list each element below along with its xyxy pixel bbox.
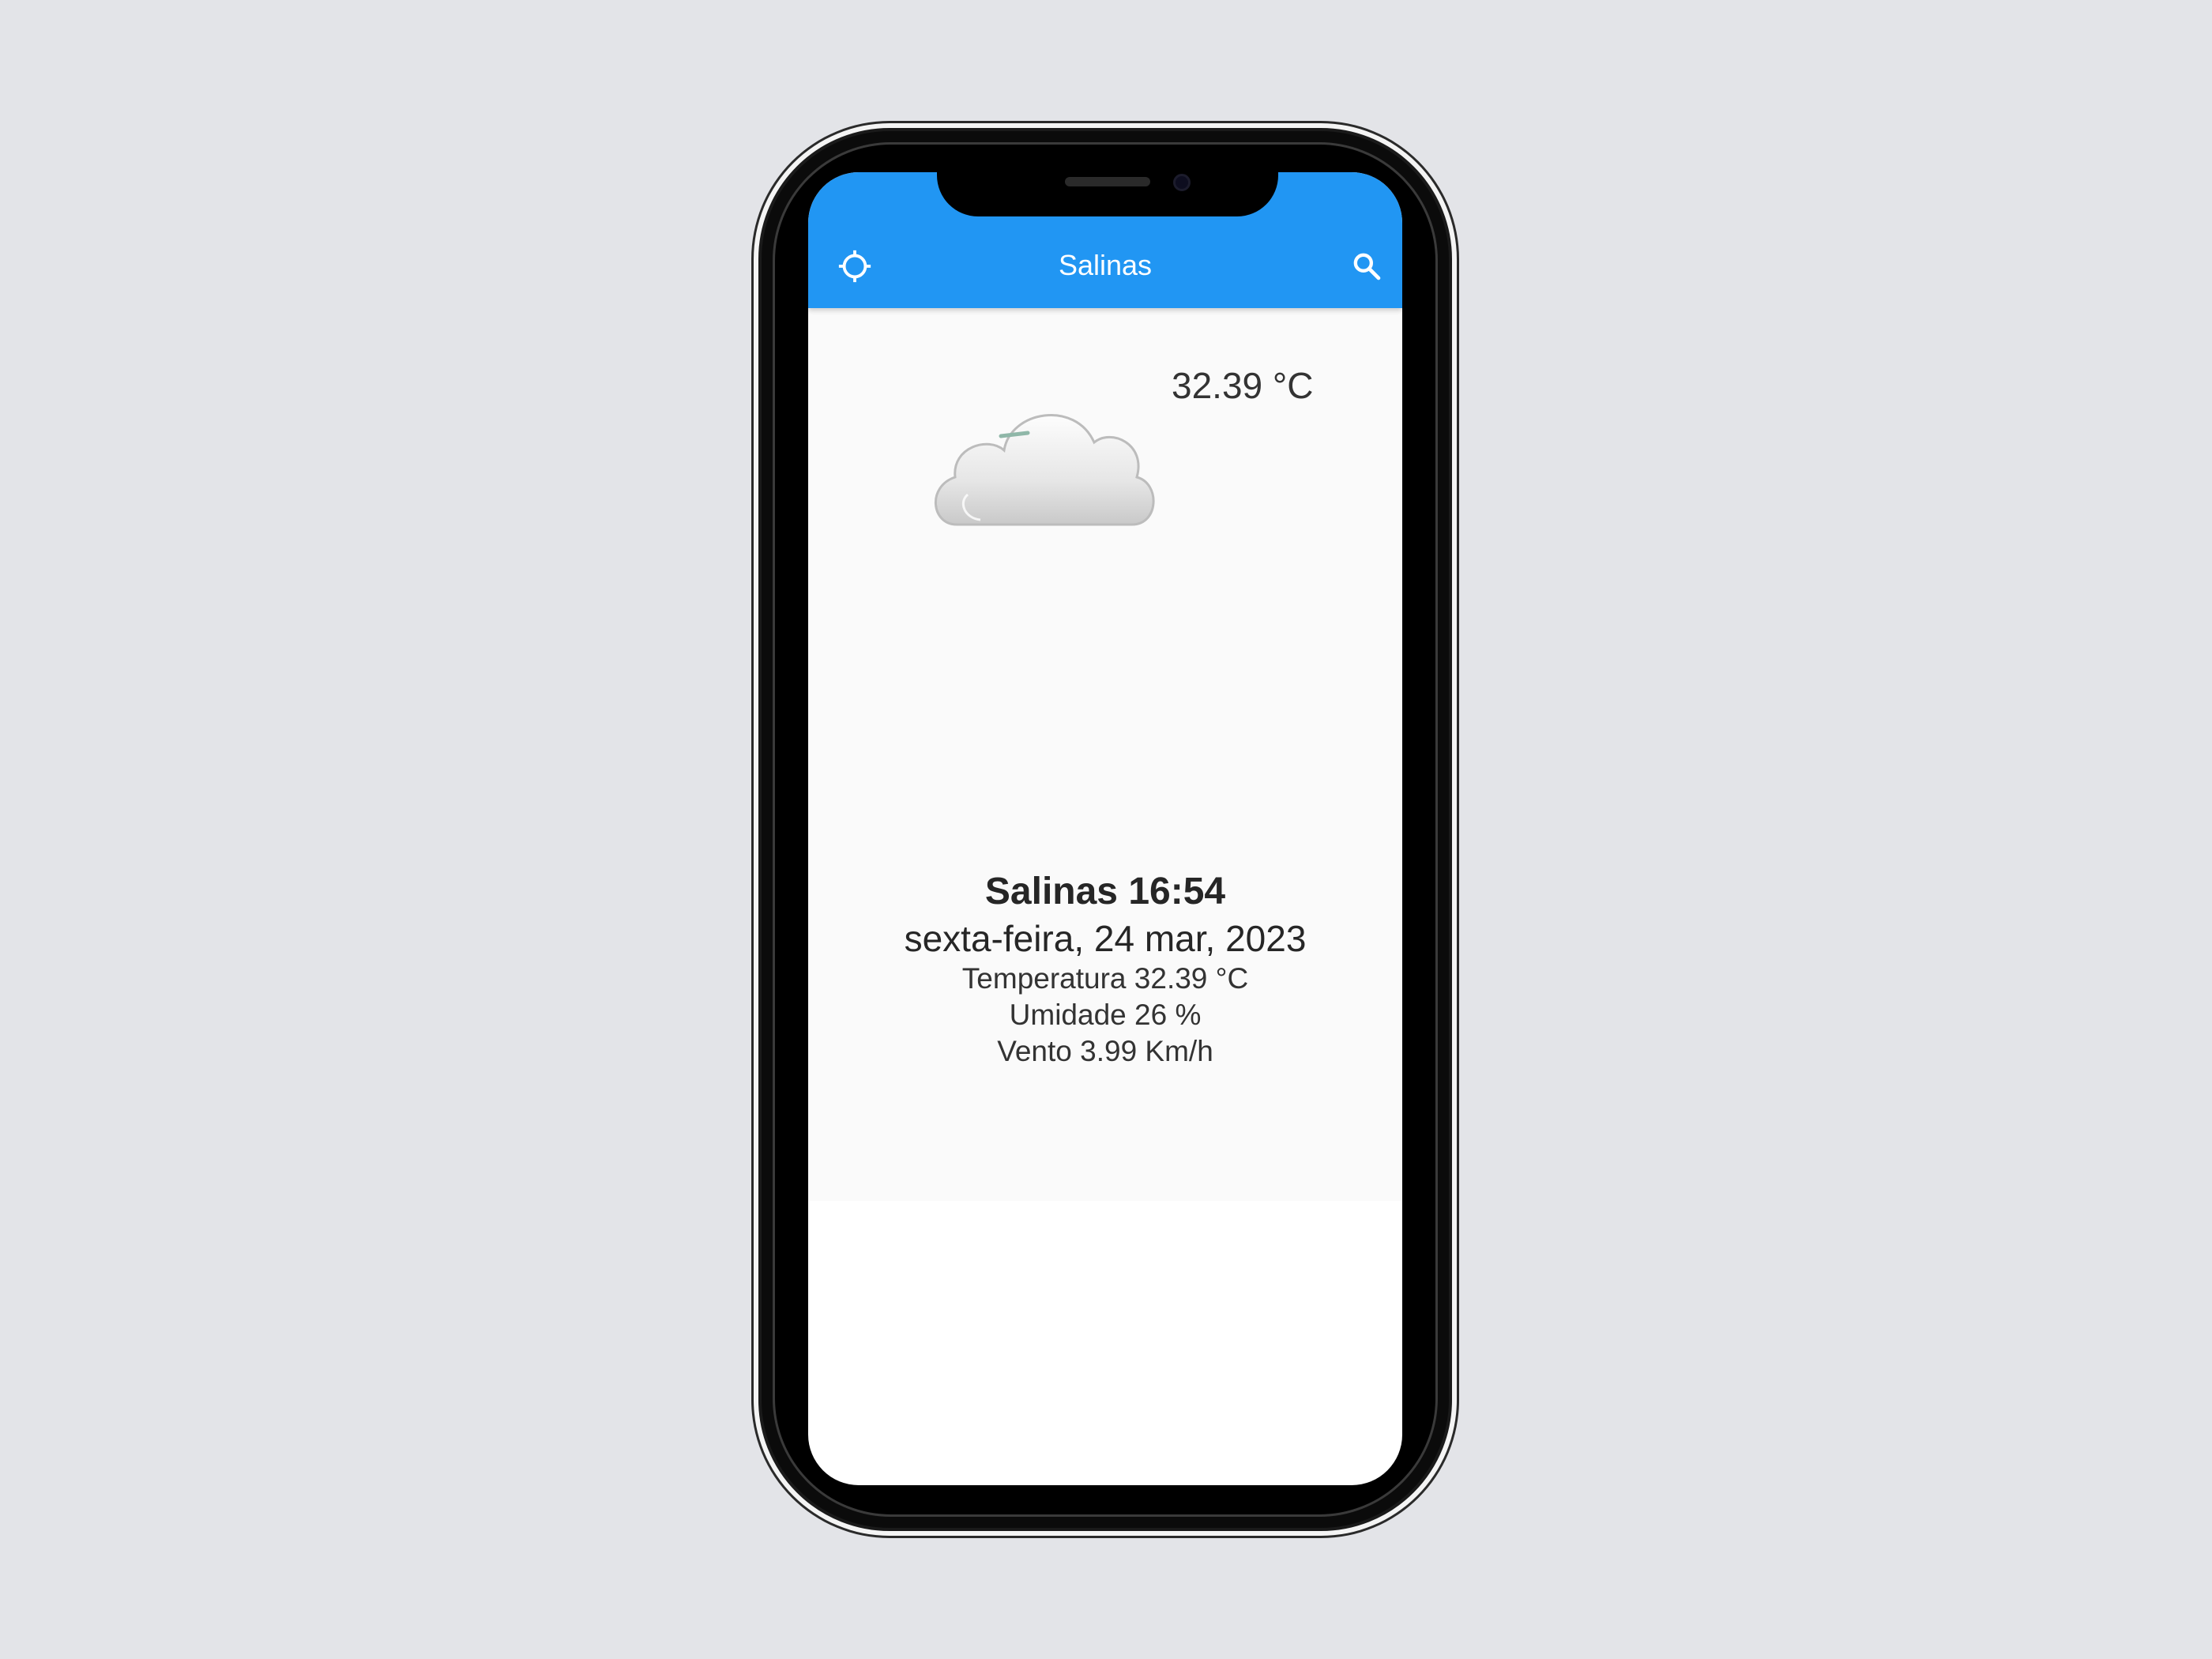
app-title: Salinas xyxy=(1058,249,1153,281)
search-icon xyxy=(1353,253,1381,280)
weather-details: Salinas 16:54 sexta-feira, 24 mar, 2023 … xyxy=(808,869,1402,1070)
weather-panel: 32.39 °C Salinas 16:54 sexta-feira, 24 m… xyxy=(808,308,1402,1201)
search-button[interactable] xyxy=(1345,245,1388,288)
front-camera xyxy=(1173,174,1191,191)
humidity-label: Umidade 26 % xyxy=(1009,999,1202,1031)
current-temperature: 32.39 °C xyxy=(1172,365,1314,406)
city-time: Salinas 16:54 xyxy=(984,871,1226,912)
cloud-icon xyxy=(934,414,1155,526)
wind-label: Vento 3.99 Km/h xyxy=(997,1035,1213,1067)
app-screen: Salinas 32.39 °C Salinas 16:54 sexta-fei… xyxy=(808,172,1402,1485)
phone-notch xyxy=(937,167,1278,216)
temperature-label: Temperatura 32.39 °C xyxy=(961,962,1249,995)
earpiece-speaker xyxy=(1065,177,1150,186)
date-label: sexta-feira, 24 mar, 2023 xyxy=(904,918,1307,959)
